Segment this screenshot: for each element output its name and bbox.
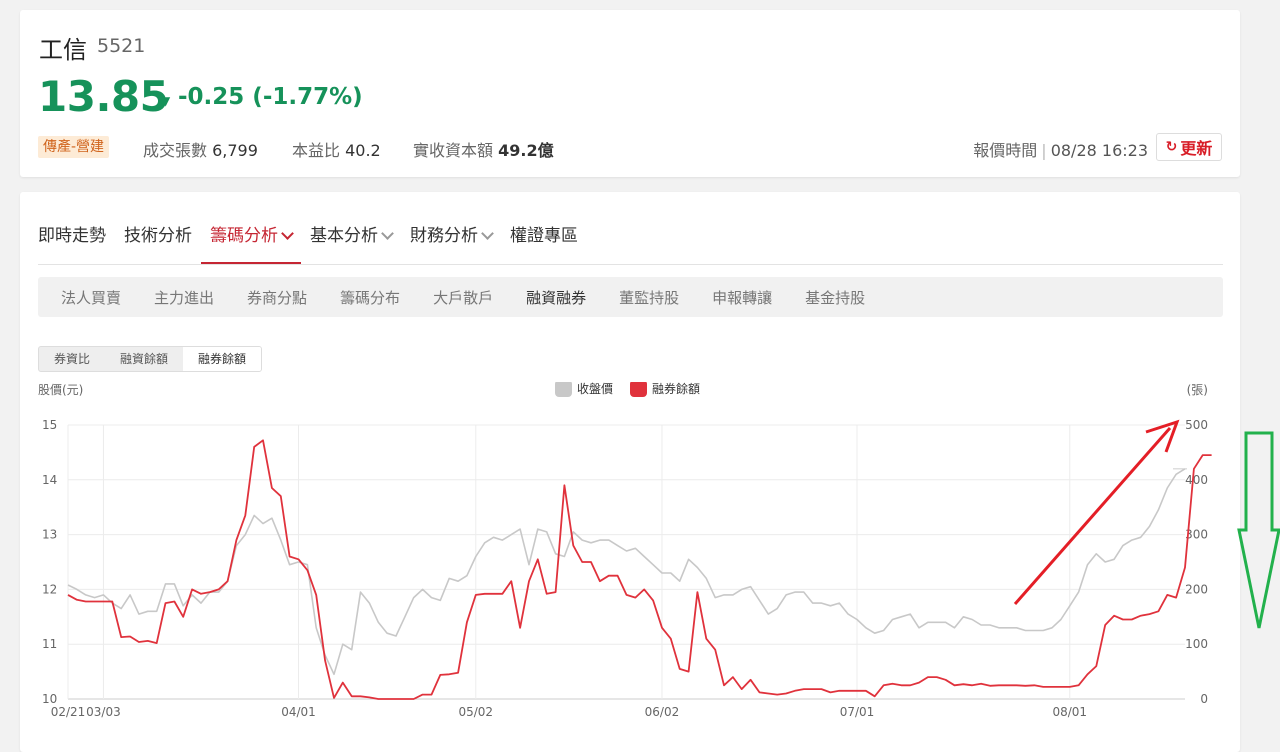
left-tick-label: 14 [42, 473, 57, 487]
subtab-director[interactable]: 董監持股 [619, 287, 679, 308]
right-axis-title: (張) [1187, 383, 1208, 397]
legend-swatch-close-price [555, 382, 572, 397]
quote-time-label: 報價時間 [973, 141, 1038, 160]
stock-price: 13.85 [38, 72, 169, 121]
series-line-close-price [67, 468, 1186, 676]
left-axis-title: 股價(元) [38, 383, 83, 397]
green-down-arrow-annotation [1237, 431, 1280, 629]
right-tick-label: 0 [1200, 692, 1208, 706]
legend-swatch-short-balance [630, 382, 647, 397]
tab-fundamental[interactable]: 基本分析 [301, 222, 401, 264]
tab-warrants[interactable]: 權證專區 [501, 222, 587, 264]
capital-label: 實收資本額 [413, 141, 494, 160]
stock-info-card: 工信 5521 13.85 ▼ -0.25 (-1.77%) 傳產-營建 成交張… [20, 10, 1240, 177]
tab-label: 技術分析 [124, 226, 192, 246]
legend-label-short-balance: 融券餘額 [652, 382, 700, 396]
seg-margin-balance[interactable]: 融資餘額 [105, 347, 183, 371]
tab-chips[interactable]: 籌碼分析 [201, 222, 301, 264]
subtab-transfer[interactable]: 申報轉讓 [712, 287, 772, 308]
tab-label: 權證專區 [510, 226, 578, 246]
right-tick-label: 500 [1185, 418, 1208, 432]
x-tick-label: 08/01 [1052, 705, 1087, 719]
refresh-button[interactable]: ↻ 更新 [1156, 133, 1222, 161]
seg-short-balance[interactable]: 融券餘額 [183, 347, 262, 371]
x-tick-label: 07/01 [840, 705, 875, 719]
stock-code: 5521 [97, 35, 146, 57]
separator: | [1041, 141, 1047, 160]
subtab-broker[interactable]: 券商分點 [247, 287, 307, 308]
right-tick-label: 400 [1185, 473, 1208, 487]
chevron-down-icon [281, 227, 294, 240]
left-tick-label: 15 [42, 418, 57, 432]
subtab-chip-distribution[interactable]: 籌碼分布 [340, 287, 400, 308]
capital-stat: 實收資本額 49.2億 [413, 137, 554, 161]
analysis-card: 即時走勢 技術分析 籌碼分析 基本分析 財務分析 權證專區 法人買賣 主力進出 … [20, 192, 1240, 752]
volume-value: 6,799 [212, 141, 258, 160]
tab-label: 籌碼分析 [210, 226, 278, 246]
subtab-margin[interactable]: 融資融券 [526, 287, 586, 308]
right-tick-label: 200 [1185, 582, 1208, 596]
series-line-short-balance [67, 439, 1212, 700]
volume-stat: 成交張數 6,799 [143, 137, 258, 161]
subtab-fund[interactable]: 基金持股 [805, 287, 865, 308]
volume-label: 成交張數 [143, 141, 208, 160]
seg-short-margin-ratio[interactable]: 券資比 [39, 347, 105, 371]
sub-tabs: 法人買賣 主力進出 券商分點 籌碼分布 大戶散戶 融資融券 董監持股 申報轉讓 … [38, 277, 1223, 317]
tab-financial[interactable]: 財務分析 [401, 222, 501, 264]
metric-segmented-control: 券資比 融資餘額 融券餘額 [38, 346, 263, 372]
quote-time-value: 08/28 16:23 [1050, 141, 1148, 160]
left-tick-label: 11 [42, 637, 57, 651]
legend-label-close-price: 收盤價 [577, 382, 613, 396]
capital-value: 49.2億 [498, 141, 554, 160]
refresh-label: 更新 [1180, 139, 1213, 158]
left-tick-label: 10 [42, 692, 57, 706]
x-tick-label: 06/02 [645, 705, 680, 719]
pe-label: 本益比 [292, 141, 341, 160]
left-tick-label: 13 [42, 528, 57, 542]
x-tick-label: 04/01 [281, 705, 316, 719]
tab-label: 基本分析 [310, 226, 378, 246]
x-tick-label: 03/03 [86, 705, 121, 719]
sector-tag[interactable]: 傳產-營建 [38, 136, 110, 158]
x-tick-label: 05/02 [458, 705, 493, 719]
subtab-main-force[interactable]: 主力進出 [154, 287, 214, 308]
tab-realtime[interactable]: 即時走勢 [38, 222, 115, 264]
stock-name: 工信 [39, 36, 87, 64]
left-tick-label: 12 [42, 582, 57, 596]
x-tick-label: 02/21 [51, 705, 86, 719]
subtab-holders[interactable]: 大戶散戶 [433, 287, 493, 308]
chevron-down-icon [381, 227, 394, 240]
main-tabs: 即時走勢 技術分析 籌碼分析 基本分析 財務分析 權證專區 [38, 222, 1223, 265]
margin-chart: 股價(元) (張)收盤價 融券餘額1011121314150100200300400… [38, 382, 1212, 719]
tab-label: 即時走勢 [38, 226, 106, 246]
subtab-institutional[interactable]: 法人買賣 [61, 287, 121, 308]
tab-label: 財務分析 [410, 226, 478, 246]
refresh-icon: ↻ [1165, 139, 1178, 155]
pe-stat: 本益比 40.2 [292, 137, 381, 161]
chevron-down-icon [481, 227, 494, 240]
pe-value: 40.2 [345, 141, 381, 160]
price-change: -0.25 (-1.77%) [178, 84, 363, 110]
price-down-icon: ▼ [161, 94, 171, 108]
quote-time: 報價時間 | 08/28 16:23 [973, 137, 1148, 161]
tab-technical[interactable]: 技術分析 [115, 222, 201, 264]
right-tick-label: 100 [1185, 637, 1208, 651]
